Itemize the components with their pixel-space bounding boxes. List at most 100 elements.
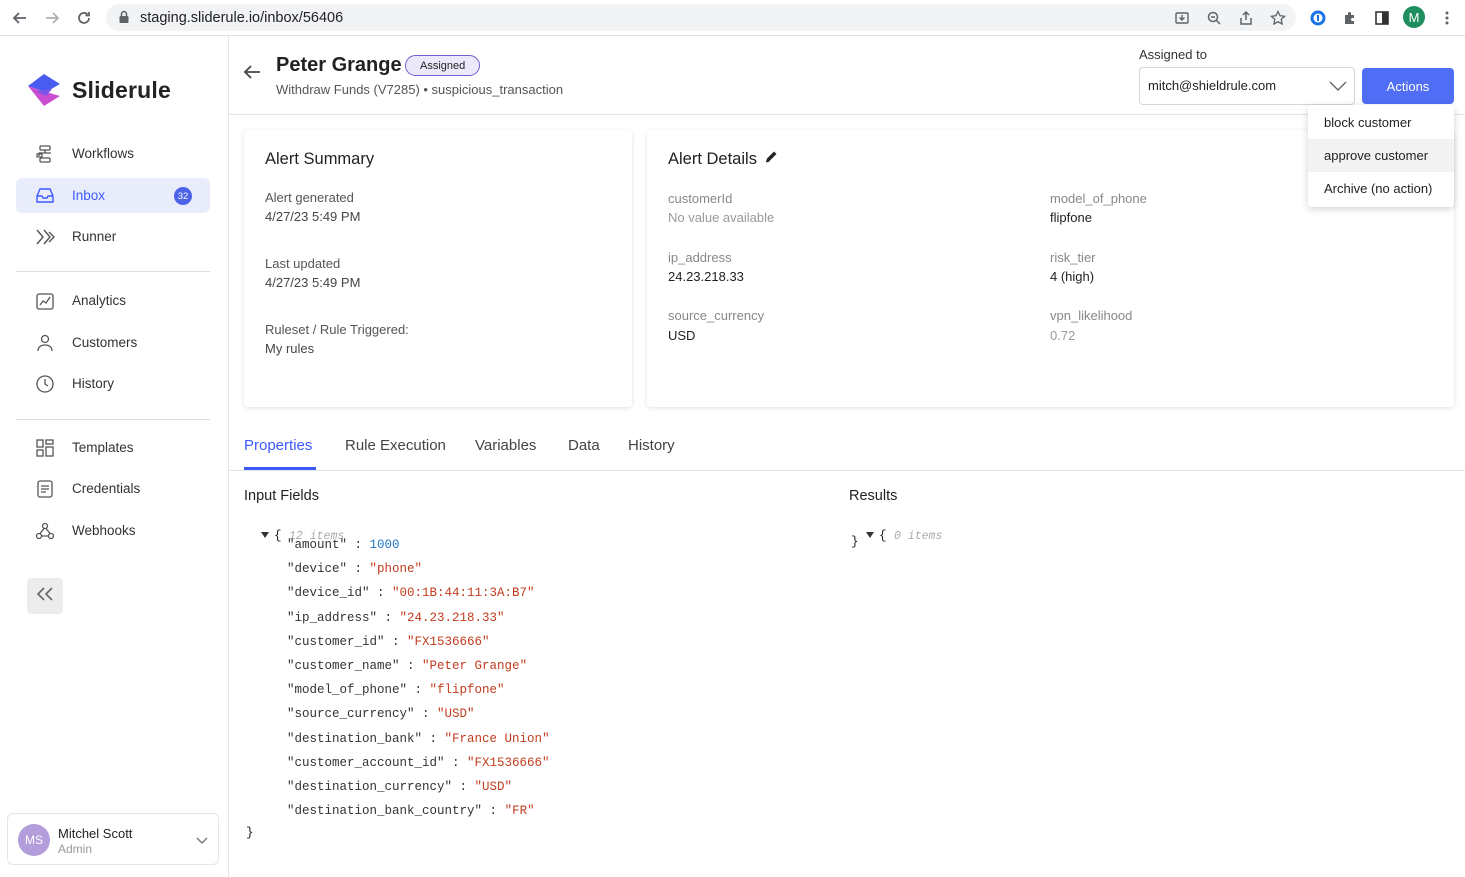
card-title: Alert Summary — [265, 150, 375, 168]
sidebar-item-history[interactable]: History — [16, 366, 210, 401]
detail-label: ip_address — [668, 250, 732, 265]
sidebar-item-label: Inbox — [72, 188, 106, 203]
browser-toolbar: staging.sliderule.io/inbox/56406 M — [0, 0, 1465, 36]
assignee-select[interactable]: mitch@shieldrule.com — [1139, 67, 1355, 105]
sidebar-item-analytics[interactable]: Analytics — [16, 283, 210, 318]
detail-value: 0.72 — [1050, 328, 1076, 343]
summary-value: 4/27/23 5:49 PM — [265, 275, 361, 290]
alert-subtitle: Withdraw Funds (V7285) • suspicious_tran… — [276, 82, 564, 97]
tab-properties[interactable]: Properties — [244, 437, 312, 454]
detail-label: vpn_likelihood — [1050, 308, 1133, 323]
json-key: "source_currency" — [287, 707, 415, 721]
json-key: "ip_address" — [287, 611, 378, 625]
json-entry: "device" : "phone" — [287, 562, 423, 576]
results-heading: Results — [849, 488, 898, 504]
actions-menu: block customer approve customer Archive … — [1308, 105, 1454, 207]
templates-icon — [34, 437, 56, 459]
zoom-icon[interactable] — [1204, 8, 1224, 28]
json-entry: "ip_address" : "24.23.218.33" — [287, 611, 505, 625]
json-entry: "destination_bank" : "France Union" — [287, 732, 550, 746]
url-text: staging.sliderule.io/inbox/56406 — [140, 10, 344, 26]
menu-item-archive[interactable]: Archive (no action) — [1308, 172, 1454, 205]
caret-down-icon — [866, 532, 875, 538]
sidebar: Sliderule Workflows Inbox 32 Runner Anal… — [0, 36, 229, 877]
menu-item-approve-customer[interactable]: approve customer — [1308, 139, 1454, 172]
json-entry: "customer_id" : "FX1536666" — [287, 635, 490, 649]
forward-nav-icon[interactable] — [40, 6, 64, 30]
workflows-icon — [34, 143, 56, 165]
password-manager-icon[interactable] — [1307, 7, 1329, 29]
profile-avatar[interactable]: M — [1403, 6, 1425, 28]
webhooks-icon — [34, 520, 56, 542]
sidebar-item-credentials[interactable]: Credentials — [16, 471, 210, 506]
detail-value: 24.23.218.33 — [668, 269, 744, 284]
alert-details-title: Alert Details — [668, 150, 757, 168]
user-menu[interactable]: MS Mitchel Scott Admin — [7, 813, 219, 865]
side-panel-icon[interactable] — [1371, 7, 1393, 29]
json-key: "destination_currency" — [287, 780, 453, 794]
brand-logo[interactable]: Sliderule — [24, 70, 171, 110]
tab-history[interactable]: History — [628, 437, 675, 454]
results-json-close: } — [851, 535, 859, 549]
person-icon — [34, 332, 56, 354]
status-badge: Assigned — [405, 55, 481, 76]
summary-label: Last updated — [265, 256, 341, 271]
back-nav-icon[interactable] — [8, 6, 32, 30]
json-value: "USD" — [437, 707, 475, 721]
credentials-icon — [34, 478, 56, 500]
sidebar-item-label: Credentials — [72, 481, 141, 496]
sidebar-item-customers[interactable]: Customers — [16, 325, 210, 360]
actions-button[interactable]: Actions — [1362, 68, 1454, 104]
detail-label: source_currency — [668, 308, 765, 323]
detail-value: flipfone — [1050, 210, 1092, 225]
json-key: "destination_bank" — [287, 732, 423, 746]
json-item-count: 0 items — [894, 530, 943, 543]
json-key: "customer_id" — [287, 635, 385, 649]
sidebar-item-workflows[interactable]: Workflows — [16, 136, 210, 171]
lock-icon — [118, 10, 130, 29]
tab-rule-execution[interactable]: Rule Execution — [345, 437, 446, 454]
detail-value: USD — [668, 328, 696, 343]
sidebar-item-runner[interactable]: Runner — [16, 219, 210, 254]
caret-down-icon — [261, 532, 270, 538]
tab-variables[interactable]: Variables — [475, 437, 536, 454]
results-json-open[interactable]: { 0 items — [851, 515, 942, 543]
chevron-down-icon — [1328, 79, 1348, 98]
more-menu-icon[interactable] — [1436, 7, 1458, 29]
json-key: "device_id" — [287, 586, 370, 600]
install-icon[interactable] — [1172, 8, 1192, 28]
back-arrow-icon[interactable] — [242, 64, 262, 85]
json-value: "00:1B:44:11:3A:B7" — [392, 586, 535, 600]
sidebar-item-webhooks[interactable]: Webhooks — [16, 513, 210, 548]
json-key: "customer_account_id" — [287, 756, 445, 770]
json-entry: "model_of_phone" : "flipfone" — [287, 683, 505, 697]
user-name: Mitchel Scott — [58, 826, 133, 841]
json-entry: "destination_bank_country" : "FR" — [287, 804, 535, 818]
detail-tabs: Properties Rule Execution Variables Data… — [229, 434, 1465, 471]
card-title: Alert Details — [668, 150, 778, 169]
brand-name: Sliderule — [72, 76, 171, 103]
reload-icon[interactable] — [72, 6, 96, 30]
json-entry: "destination_currency" : "USD" — [287, 780, 513, 794]
json-value: "FX1536666" — [467, 756, 550, 770]
address-bar[interactable]: staging.sliderule.io/inbox/56406 — [106, 4, 1296, 31]
json-key: "device" — [287, 562, 348, 576]
share-icon[interactable] — [1236, 8, 1256, 28]
active-tab-indicator — [244, 467, 316, 470]
sidebar-item-inbox[interactable]: Inbox 32 — [16, 178, 210, 213]
avatar: MS — [18, 824, 50, 856]
tab-data[interactable]: Data — [568, 437, 600, 454]
sidebar-item-label: Webhooks — [72, 523, 136, 538]
sidebar-item-templates[interactable]: Templates — [16, 430, 210, 465]
detail-value: 4 (high) — [1050, 269, 1095, 284]
edit-pencil-icon[interactable] — [764, 150, 778, 169]
json-root-close: } — [246, 826, 254, 840]
json-value: "24.23.218.33" — [399, 611, 505, 625]
extensions-icon[interactable] — [1339, 7, 1361, 29]
sidebar-item-label: Analytics — [72, 293, 127, 308]
menu-item-block-customer[interactable]: block customer — [1308, 106, 1454, 139]
bookmark-star-icon[interactable] — [1268, 8, 1288, 28]
sidebar-item-label: History — [72, 376, 115, 391]
collapse-sidebar-button[interactable] — [27, 578, 63, 614]
json-value: "flipfone" — [429, 683, 505, 697]
